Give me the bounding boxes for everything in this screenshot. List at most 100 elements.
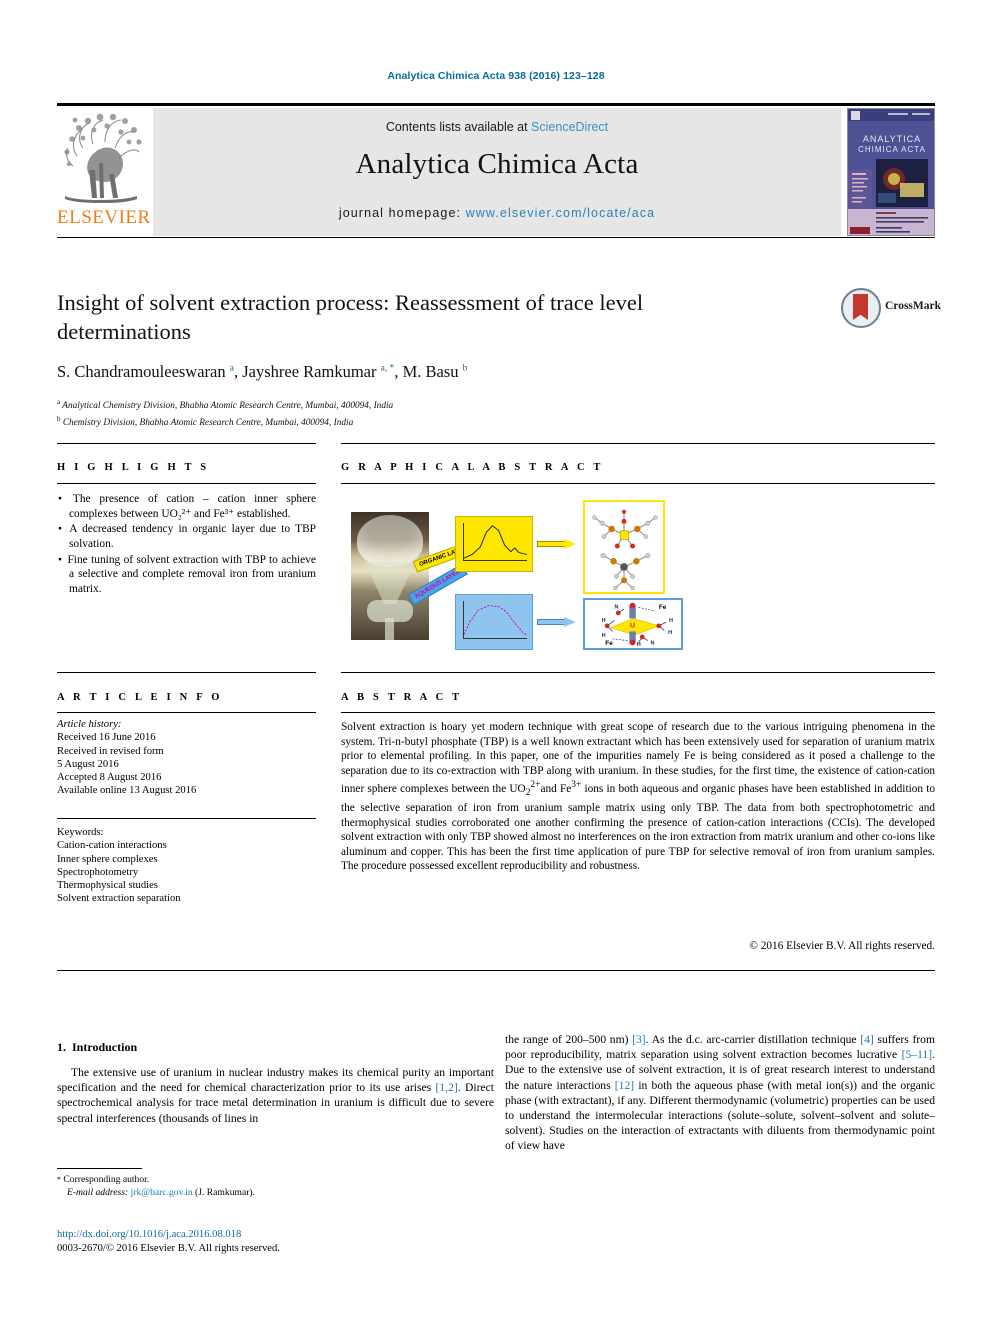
funnel-stem: [385, 618, 394, 640]
aqueous-cation-cation-structure: U NHH HHNH Fe Fe: [583, 598, 683, 650]
elsevier-tree-icon: [59, 108, 143, 208]
history-item: Received in revised form: [57, 745, 164, 757]
ga-rule: [341, 483, 935, 484]
article-info-rule: [57, 712, 316, 713]
svg-text:CHIMICA ACTA: CHIMICA ACTA: [858, 145, 926, 154]
ga-artwork: ORGANIC LAYER AQUEOUS LAYER U N H H H H …: [351, 498, 711, 650]
article-history-label: Article history:: [57, 719, 122, 730]
homepage-url-link[interactable]: www.elsevier.com/locate/aca: [466, 206, 656, 220]
keyword-item: Solvent extraction separation: [57, 893, 181, 905]
funnel-cone: [365, 562, 415, 604]
footnote-block: * Corresponding author. E-mail address: …: [57, 1174, 494, 1199]
keywords-rule: [57, 818, 316, 819]
highlights-list: The presence of cation – cation inner sp…: [57, 492, 316, 597]
homepage-label: journal homepage:: [338, 206, 466, 220]
funnel-bowl: [357, 515, 423, 567]
highlights-top-rule: [57, 443, 316, 444]
journal-article-page: Analytica Chimica Acta 938 (2016) 123–12…: [0, 0, 992, 1323]
highlights-rule: [57, 483, 316, 484]
intro-title: Introduction: [72, 1040, 138, 1054]
graphical-abstract-figure: ORGANIC LAYER AQUEOUS LAYER U N H H H H …: [341, 492, 935, 662]
body-column-left: The extensive use of uranium in nuclear …: [57, 1065, 494, 1126]
masthead-bottom-rule: [57, 237, 935, 238]
abstract-rule: [341, 712, 935, 713]
separating-funnel-photo: [351, 512, 429, 640]
corresponding-author-label: Corresponding author.: [63, 1174, 150, 1185]
svg-text:H: H: [669, 618, 673, 624]
abstract-bottom-rule: [57, 970, 935, 971]
svg-text:N: N: [615, 604, 619, 610]
svg-text:Fe: Fe: [659, 604, 667, 611]
svg-text:N: N: [651, 640, 655, 646]
svg-text:U: U: [630, 621, 635, 630]
article-history-block: Article history: Received 16 June 2016 R…: [57, 718, 316, 798]
sciencedirect-link[interactable]: ScienceDirect: [531, 120, 608, 134]
crossmark-badge[interactable]: CrossMark: [841, 288, 941, 330]
running-head: Analytica Chimica Acta 938 (2016) 123–12…: [387, 70, 605, 82]
corresponding-marker: *: [57, 1175, 61, 1184]
aqueous-plot-axes: [463, 601, 527, 639]
intro-number: 1.: [57, 1040, 66, 1054]
article-info-heading: A R T I C L E I N F O: [57, 692, 223, 703]
ga-bottom-rule: [341, 672, 935, 673]
list-item: A decreased tendency in organic layer du…: [69, 522, 316, 551]
journal-masthead: ELSEVIER Contents lists available at Sci…: [57, 106, 935, 236]
journal-homepage-line: journal homepage: www.elsevier.com/locat…: [153, 206, 841, 220]
email-label: E-mail address:: [67, 1186, 129, 1198]
svg-text:H: H: [637, 642, 641, 648]
svg-text:H: H: [668, 630, 672, 636]
keyword-item: Thermophysical studies: [57, 880, 158, 892]
issn-copyright-line: 0003-2670/© 2016 Elsevier B.V. All right…: [57, 1242, 280, 1254]
list-item: Fine tuning of solvent extraction with T…: [67, 553, 316, 597]
intro-paragraph-left: The extensive use of uranium in nuclear …: [57, 1066, 494, 1125]
history-item: Received 16 June 2016: [57, 732, 156, 744]
organic-complex-structure: [583, 500, 665, 594]
crossmark-label: CrossMark: [885, 300, 942, 312]
email-line: E-mail address: jrk@barc.gov.in (J. Ramk…: [57, 1187, 494, 1200]
affiliation-b: b Chemistry Division, Bhabha Atomic Rese…: [57, 414, 354, 428]
affiliations: a Analytical Chemistry Division, Bhabha …: [57, 396, 817, 429]
history-item: Accepted 8 August 2016: [57, 772, 162, 784]
elsevier-logo: ELSEVIER: [57, 108, 151, 236]
doi-block: http://dx.doi.org/10.1016/j.aca.2016.08.…: [57, 1228, 494, 1255]
keywords-label: Keywords:: [57, 827, 104, 838]
journal-title: Analytica Chimica Acta: [355, 148, 639, 180]
corresponding-author-line: * Corresponding author.: [57, 1174, 494, 1187]
svg-text:H: H: [602, 633, 606, 639]
list-item: The presence of cation – cation inner sp…: [69, 492, 316, 521]
page-title: Insight of solvent extraction process: R…: [57, 290, 644, 344]
organic-plot-axes: [463, 523, 527, 561]
svg-text:H: H: [602, 618, 606, 624]
aqueous-flow-arrow-icon: [537, 617, 577, 627]
abstract-copyright: © 2016 Elsevier B.V. All rights reserved…: [749, 940, 935, 952]
highlights-bottom-rule: [57, 672, 316, 673]
keywords-block: Keywords: Cation-cation interactions Inn…: [57, 826, 316, 906]
aqueous-spectrum-panel: [455, 594, 533, 650]
footnote-rule: [57, 1168, 142, 1169]
svg-text:ANALYTICA: ANALYTICA: [863, 134, 921, 144]
history-item: Available online 13 August 2016: [57, 785, 197, 797]
author-list: S. Chandramouleeswaran a, Jayshree Ramku…: [57, 362, 468, 381]
email-owner: (J. Ramkumar).: [195, 1186, 255, 1198]
organic-spectrum-panel: [455, 516, 533, 572]
keyword-item: Cation-cation interactions: [57, 840, 167, 852]
highlights-items: The presence of cation – cation inner sp…: [57, 492, 316, 596]
contents-prefix: Contents lists available at: [385, 120, 532, 134]
doi-link[interactable]: http://dx.doi.org/10.1016/j.aca.2016.08.…: [57, 1228, 494, 1242]
organic-flow-arrow-icon: [537, 539, 577, 549]
ga-top-rule: [341, 443, 935, 444]
abstract-heading: A B S T R A C T: [341, 692, 463, 703]
highlights-heading: H I G H L I G H T S: [57, 462, 210, 473]
history-item: 5 August 2016: [57, 758, 119, 770]
section-heading-introduction: 1. Introduction: [57, 1040, 137, 1055]
svg-text:Fe: Fe: [605, 640, 613, 647]
journal-cover-thumbnail: ANALYTICA CHIMICA ACTA: [847, 108, 935, 236]
elsevier-wordmark: ELSEVIER: [57, 207, 151, 228]
keyword-item: Inner sphere complexes: [57, 853, 158, 865]
abstract-text: Solvent extraction is hoary yet modern t…: [341, 721, 936, 873]
email-link[interactable]: jrk@barc.gov.in: [131, 1187, 193, 1198]
contents-line: Contents lists available at ScienceDirec…: [153, 120, 841, 134]
graphical-abstract-heading: G R A P H I C A L A B S T R A C T: [341, 462, 604, 473]
masthead-center-band: Contents lists available at ScienceDirec…: [153, 108, 841, 236]
keyword-item: Spectrophotometry: [57, 866, 139, 878]
